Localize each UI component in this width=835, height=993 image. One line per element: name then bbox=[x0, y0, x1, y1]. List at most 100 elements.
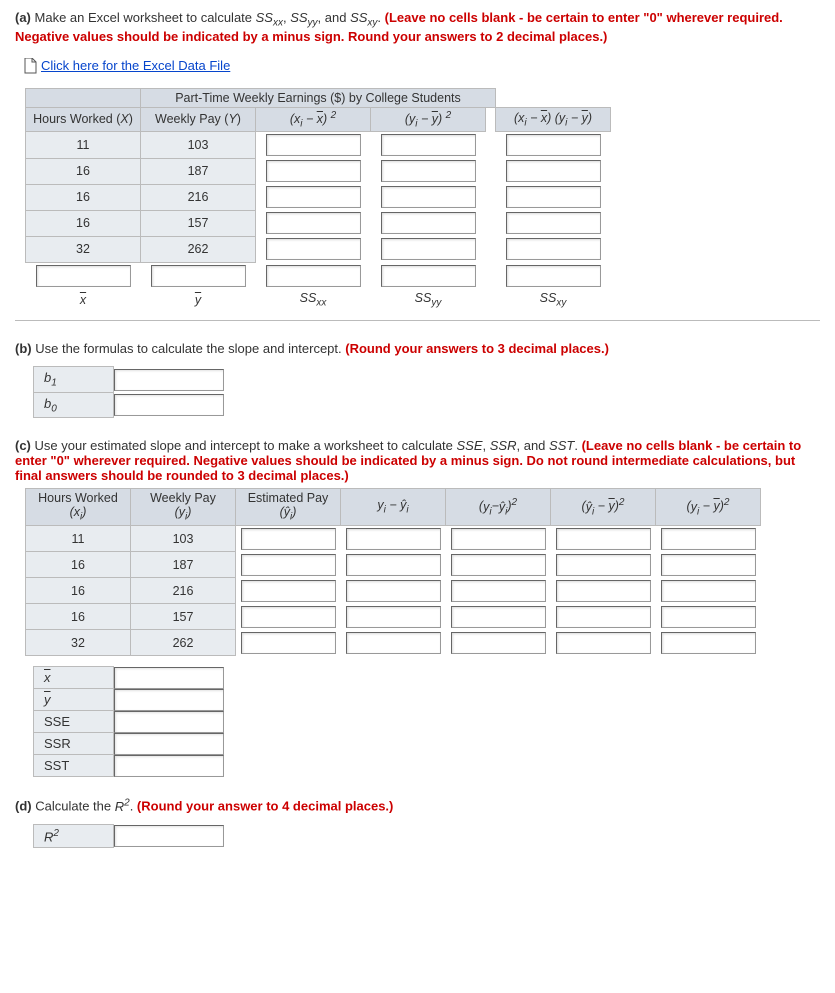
sum-ssxx[interactable] bbox=[266, 265, 361, 287]
label-b1: b1 bbox=[34, 367, 114, 393]
c-r0-4[interactable] bbox=[346, 528, 441, 550]
input-ybar[interactable] bbox=[114, 689, 224, 711]
table-a-h5: (xi − x) (yi − y) bbox=[496, 107, 611, 132]
part-a-text1: Make an Excel worksheet to calculate bbox=[35, 10, 256, 25]
sum-x[interactable] bbox=[36, 265, 131, 287]
a-r1-c4[interactable] bbox=[381, 160, 476, 182]
r2-sym: R2 bbox=[115, 799, 130, 814]
label-sse: SSE bbox=[34, 711, 114, 733]
table-a-h2: Weekly Pay (Y) bbox=[141, 107, 256, 132]
a-r2-c3[interactable] bbox=[266, 186, 361, 208]
table-c: Hours Worked(xi) Weekly Pay(yi) Estimate… bbox=[25, 488, 761, 656]
part-c-text1: Use your estimated slope and intercept t… bbox=[35, 438, 457, 453]
part-a-instruction: (a) Make an Excel worksheet to calculate… bbox=[15, 10, 820, 44]
excel-link-row: Click here for the Excel Data File bbox=[23, 58, 820, 74]
table-c-summary: x y SSE SSR SST bbox=[33, 666, 225, 777]
divider-a bbox=[15, 320, 820, 321]
a-r4-c5[interactable] bbox=[506, 238, 601, 260]
foot-ssxy: SSxy bbox=[496, 289, 611, 311]
part-d-text1: Calculate the bbox=[35, 799, 115, 814]
label-ybar: y bbox=[34, 689, 114, 711]
c-r0-7[interactable] bbox=[661, 528, 756, 550]
sum-y[interactable] bbox=[151, 265, 246, 287]
c-r4-3[interactable] bbox=[241, 632, 336, 654]
foot-ssxx: SSxx bbox=[256, 289, 371, 311]
part-a: (a) Make an Excel worksheet to calculate… bbox=[15, 10, 820, 321]
table-b: b1 b0 bbox=[33, 366, 225, 418]
excel-data-link[interactable]: Click here for the Excel Data File bbox=[41, 58, 230, 73]
table-d: R2 bbox=[33, 824, 224, 848]
table-row: 16157 bbox=[26, 210, 620, 236]
c-h1: Hours Worked(xi) bbox=[26, 489, 131, 526]
sum-ssxy[interactable] bbox=[506, 265, 601, 287]
a-r3-c5[interactable] bbox=[506, 212, 601, 234]
c-r0-6[interactable] bbox=[556, 528, 651, 550]
input-r2[interactable] bbox=[114, 825, 224, 847]
c-r3-5[interactable] bbox=[451, 606, 546, 628]
table-row: 32262 bbox=[26, 630, 761, 656]
part-c-instruction: (c) Use your estimated slope and interce… bbox=[15, 438, 820, 483]
c-r2-5[interactable] bbox=[451, 580, 546, 602]
a-r4-c3[interactable] bbox=[266, 238, 361, 260]
label-ssr: SSR bbox=[34, 733, 114, 755]
c-r4-4[interactable] bbox=[346, 632, 441, 654]
c-r1-4[interactable] bbox=[346, 554, 441, 576]
c-r4-6[interactable] bbox=[556, 632, 651, 654]
table-a: Part-Time Weekly Earnings ($) by College… bbox=[25, 88, 620, 311]
part-b-text1: Use the formulas to calculate the slope … bbox=[35, 341, 345, 356]
c-r2-4[interactable] bbox=[346, 580, 441, 602]
input-b1[interactable] bbox=[114, 369, 224, 391]
a-r3-c4[interactable] bbox=[381, 212, 476, 234]
table-a-title: Part-Time Weekly Earnings ($) by College… bbox=[141, 88, 496, 107]
part-b-red: (Round your answers to 3 decimal places.… bbox=[345, 341, 609, 356]
a-r1-c3[interactable] bbox=[266, 160, 361, 182]
table-a-h1: Hours Worked (X) bbox=[26, 107, 141, 132]
a-r0-c5[interactable] bbox=[506, 134, 601, 156]
foot-ssyy: SSyy bbox=[371, 289, 486, 311]
input-xbar[interactable] bbox=[114, 667, 224, 689]
c-r3-3[interactable] bbox=[241, 606, 336, 628]
input-b0[interactable] bbox=[114, 394, 224, 416]
c-r4-5[interactable] bbox=[451, 632, 546, 654]
ss-xy-sym: SSxy bbox=[350, 10, 377, 25]
c-r4-7[interactable] bbox=[661, 632, 756, 654]
c-r1-7[interactable] bbox=[661, 554, 756, 576]
a-r3-c3[interactable] bbox=[266, 212, 361, 234]
part-b: (b) Use the formulas to calculate the sl… bbox=[15, 341, 820, 418]
c-r3-4[interactable] bbox=[346, 606, 441, 628]
input-sst[interactable] bbox=[114, 755, 224, 777]
label-r2: R2 bbox=[34, 824, 114, 847]
c-h6: (ŷi − y)2 bbox=[551, 489, 656, 526]
c-r0-5[interactable] bbox=[451, 528, 546, 550]
c-r2-6[interactable] bbox=[556, 580, 651, 602]
a-r1-c5[interactable] bbox=[506, 160, 601, 182]
part-b-instruction: (b) Use the formulas to calculate the sl… bbox=[15, 341, 820, 356]
a-r0-c4[interactable] bbox=[381, 134, 476, 156]
table-row: 16187 bbox=[26, 158, 620, 184]
c-r3-7[interactable] bbox=[661, 606, 756, 628]
foot-xbar: x bbox=[26, 289, 141, 311]
part-d-label: (d) bbox=[15, 799, 32, 814]
label-b0: b0 bbox=[34, 392, 114, 418]
part-c: (c) Use your estimated slope and interce… bbox=[15, 438, 820, 777]
c-r1-5[interactable] bbox=[451, 554, 546, 576]
c-r0-3[interactable] bbox=[241, 528, 336, 550]
a-r2-c5[interactable] bbox=[506, 186, 601, 208]
a-r4-c4[interactable] bbox=[381, 238, 476, 260]
c-h3: Estimated Pay(ŷi) bbox=[236, 489, 341, 526]
sse-sym: SSE bbox=[457, 438, 483, 453]
c-r1-3[interactable] bbox=[241, 554, 336, 576]
part-b-label: (b) bbox=[15, 341, 32, 356]
c-r1-6[interactable] bbox=[556, 554, 651, 576]
sum-ssyy[interactable] bbox=[381, 265, 476, 287]
table-row: 16216 bbox=[26, 578, 761, 604]
c-r3-6[interactable] bbox=[556, 606, 651, 628]
input-ssr[interactable] bbox=[114, 733, 224, 755]
c-r2-3[interactable] bbox=[241, 580, 336, 602]
a-r0-c3[interactable] bbox=[266, 134, 361, 156]
part-d-instruction: (d) Calculate the R2. (Round your answer… bbox=[15, 797, 820, 813]
c-r2-7[interactable] bbox=[661, 580, 756, 602]
input-sse[interactable] bbox=[114, 711, 224, 733]
a-r2-c4[interactable] bbox=[381, 186, 476, 208]
sst-sym: SST bbox=[549, 438, 574, 453]
